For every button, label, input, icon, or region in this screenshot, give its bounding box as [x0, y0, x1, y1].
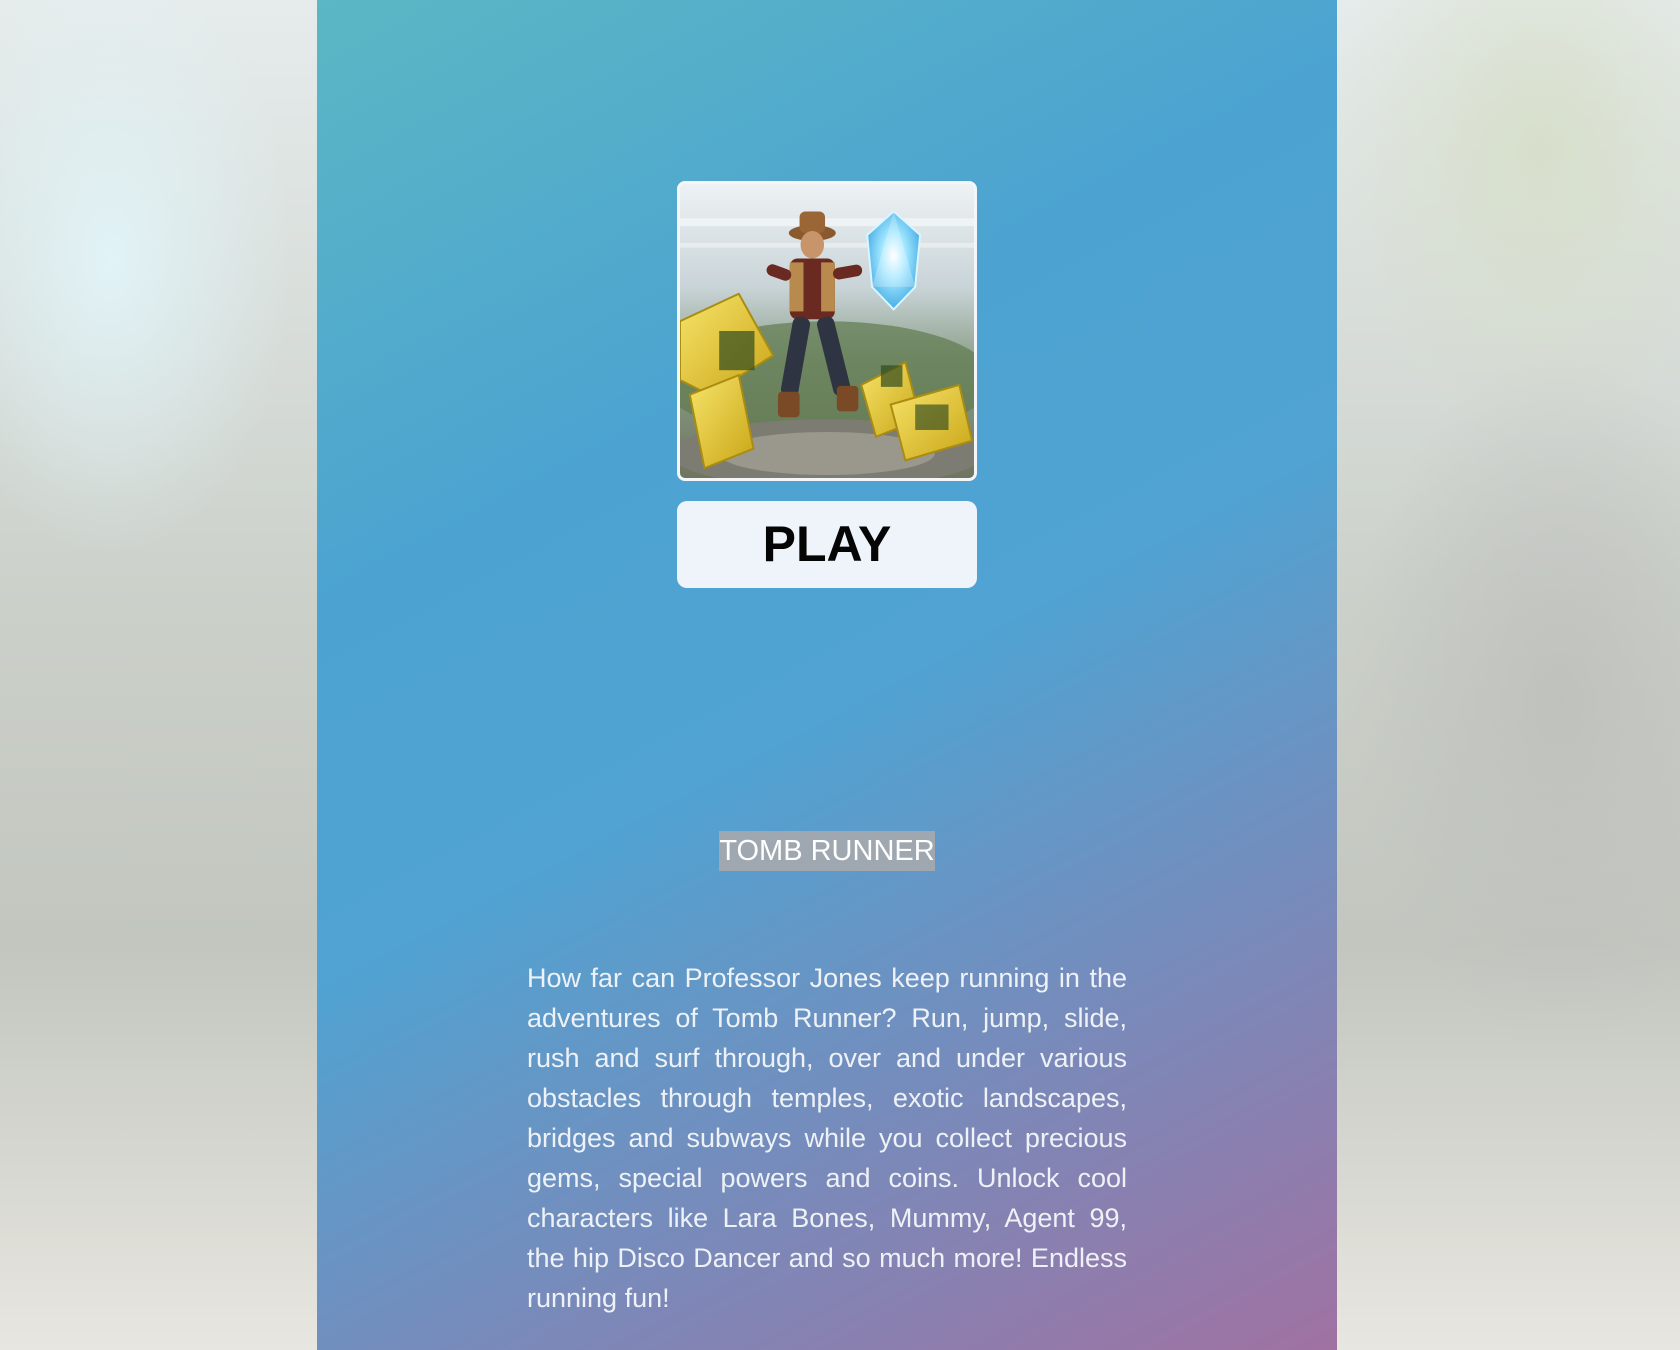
game-cover-art-icon [680, 184, 974, 478]
game-title-wrapper: TOMB RUNNER [317, 831, 1337, 871]
game-cover-image[interactable] [677, 181, 977, 481]
game-description: How far can Professor Jones keep running… [527, 963, 1127, 1313]
play-button[interactable]: PLAY [677, 501, 977, 588]
game-title: TOMB RUNNER [719, 831, 935, 871]
